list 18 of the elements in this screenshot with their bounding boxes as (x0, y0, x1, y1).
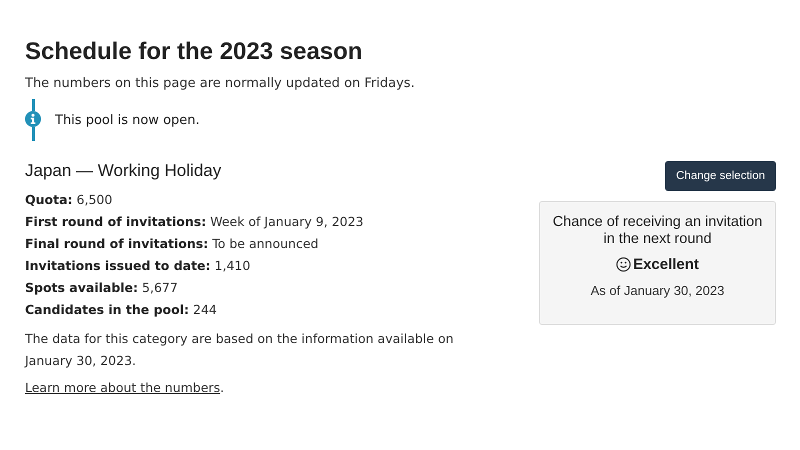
intro-text: The numbers on this page are normally updated on Fridays. (25, 76, 416, 91)
as-of-date: As of January 30, 2023 (590, 283, 724, 298)
page-title: Schedule for the 2023 season (25, 38, 364, 66)
rating-text: Excellent (633, 256, 699, 273)
learn-more-link[interactable]: Learn more about the numbers (25, 380, 220, 395)
fact-line: First round of invitations: Week of January 9, 2023 (25, 213, 365, 230)
fact-line: Quota: 6,500 (25, 191, 114, 208)
learn-more-text: Learn more about the numbers. (25, 380, 226, 395)
fact-line: Final round of invitations: To be announced (25, 235, 320, 252)
fact-line: Invitations issued to date: 1,410 (25, 257, 252, 274)
fact-line: Candidates in the pool: 244 (25, 301, 218, 318)
data-note: The data for this category are based on the information available on January 30, 2023. (25, 330, 455, 370)
category-heading: Japan — Working Holiday (25, 161, 222, 181)
notice-text: This pool is now open. (55, 112, 200, 128)
fact-line: Spots available: 5,677 (25, 279, 179, 296)
smiley-icon (616, 257, 632, 272)
chance-heading: Chance of receiving an invitation in the next round (552, 214, 764, 248)
change-selection-button[interactable]: Change selection (665, 161, 776, 191)
